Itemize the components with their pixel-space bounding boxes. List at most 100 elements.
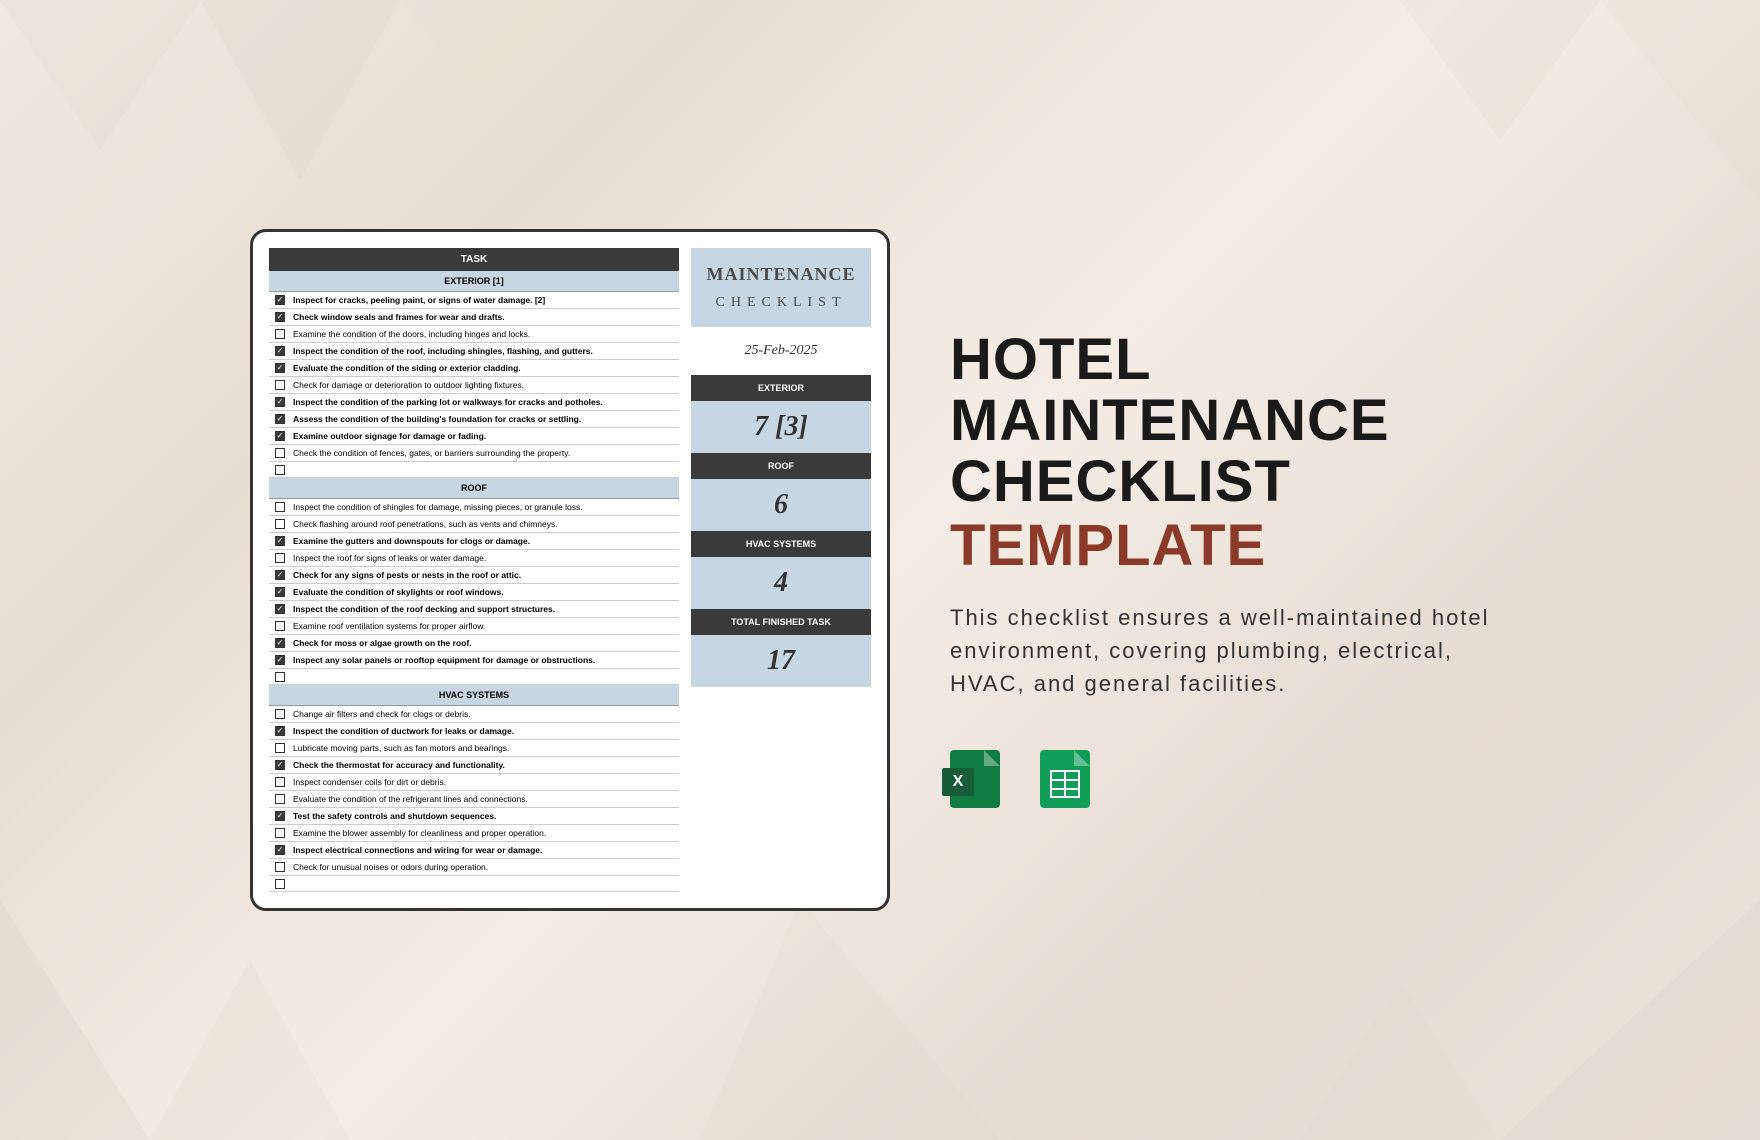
task-row: Examine the condition of the doors, incl… [269,326,679,343]
stat-value: 17 [691,635,871,687]
task-checkbox[interactable]: ✓ [275,312,285,322]
task-text: Inspect the roof for signs of leaks or w… [293,553,673,563]
task-row: ✓Check the thermostat for accuracy and f… [269,757,679,774]
task-checkbox[interactable]: ✓ [275,811,285,821]
task-text: Check for unusual noises or odors during… [293,862,673,872]
checklist-card: TASK EXTERIOR [1]✓Inspect for cracks, pe… [250,229,890,911]
task-row: Examine the blower assembly for cleanlin… [269,825,679,842]
task-checkbox[interactable] [275,380,285,390]
page-title: HOTEL MAINTENANCE CHECKLIST TEMPLATE [950,330,1510,578]
task-checkbox[interactable] [275,777,285,787]
task-checkbox[interactable]: ✓ [275,604,285,614]
task-text: Test the safety controls and shutdown se… [293,811,673,821]
task-row: ✓ Inspect electrical connections and wiri… [269,842,679,859]
task-text: Inspect electrical connections and wirin… [293,845,673,855]
checklist-word: CHECKLIST [699,295,863,311]
task-row: ✓ Inspect the condition of the roof decki… [269,601,679,618]
task-column: TASK EXTERIOR [1]✓Inspect for cracks, pe… [269,248,679,892]
task-row: ✓Inspect for cracks, peeling paint, or s… [269,292,679,309]
task-text: Change air filters and check for clogs o… [293,709,673,719]
task-checkbox[interactable]: ✓ [275,536,285,546]
task-checkbox[interactable]: ✓ [275,295,285,305]
task-checkbox[interactable] [275,519,285,529]
task-text: Examine the condition of the doors, incl… [293,329,673,339]
title-line-3: CHECKLIST [950,449,1291,514]
stat-label: HVAC SYSTEMS [691,531,871,557]
task-checkbox[interactable] [275,448,285,458]
task-checkbox[interactable] [275,879,285,889]
task-text: Inspect the condition of the roof deckin… [293,604,673,614]
task-checkbox[interactable] [275,329,285,339]
task-row: Check the condition of fences, gates, or… [269,445,679,462]
task-text: Check for any signs of pests or nests in… [293,570,673,580]
task-checkbox[interactable]: ✓ [275,726,285,736]
task-checkbox[interactable] [275,621,285,631]
task-text: Evaluate the condition of the siding or … [293,363,673,373]
task-checkbox[interactable] [275,862,285,872]
template-word: TEMPLATE [950,516,1510,577]
section-header: HVAC SYSTEMS [269,685,679,706]
stat-value: 4 [691,557,871,609]
task-text: Inspect the condition of shingles for da… [293,502,673,512]
task-checkbox[interactable] [275,465,285,475]
task-checkbox[interactable]: ✓ [275,431,285,441]
task-row: Check flashing around roof penetrations,… [269,516,679,533]
section-header: EXTERIOR [1] [269,271,679,292]
description-text: This checklist ensures a well-maintained… [950,601,1510,700]
task-row: ✓ Check for any signs of pests or nests i… [269,567,679,584]
task-text: Check flashing around roof penetrations,… [293,519,673,529]
stat-label: EXTERIOR [691,375,871,401]
task-checkbox[interactable] [275,672,285,682]
task-text: Check window seals and frames for wear a… [293,312,673,322]
task-text: Lubricate moving parts, such as fan moto… [293,743,673,753]
task-checkbox[interactable] [275,709,285,719]
stat-label: ROOF [691,453,871,479]
task-row: ✓ Inspect any solar panels or rooftop equ… [269,652,679,669]
title-line-2: MAINTENANCE [950,388,1390,453]
task-row: ✓ Check window seals and frames for wear … [269,309,679,326]
task-text: Inspect the condition of the parking lot… [293,397,673,407]
task-checkbox[interactable]: ✓ [275,363,285,373]
task-text: Examine the blower assembly for cleanlin… [293,828,673,838]
task-row: Evaluate the condition of the refrigeran… [269,791,679,808]
task-checkbox[interactable]: ✓ [275,414,285,424]
task-row: ✓Evaluate the condition of skylights or … [269,584,679,601]
maintenance-title-box: MAINTENANCE CHECKLIST [691,248,871,327]
maintenance-word: MAINTENANCE [699,264,863,285]
task-row: ✓ Inspect the condition of the parking lo… [269,394,679,411]
task-row: Examine roof ventilation systems for pro… [269,618,679,635]
description-panel: HOTEL MAINTENANCE CHECKLIST TEMPLATE Thi… [950,330,1510,811]
task-checkbox[interactable]: ✓ [275,397,285,407]
task-checkbox[interactable]: ✓ [275,760,285,770]
task-row: Check for unusual noises or odors during… [269,859,679,876]
title-line-1: HOTEL [950,327,1152,392]
stat-label: TOTAL FINISHED TASK [691,609,871,635]
task-checkbox[interactable] [275,794,285,804]
task-text: Evaluate the condition of the refrigeran… [293,794,673,804]
task-text: Assess the condition of the building's f… [293,414,673,424]
task-checkbox[interactable]: ✓ [275,346,285,356]
task-checkbox[interactable] [275,828,285,838]
stat-value: 6 [691,479,871,531]
task-row [269,462,679,478]
task-row: Inspect condenser coils for dirt or debr… [269,774,679,791]
task-checkbox[interactable]: ✓ [275,587,285,597]
task-checkbox[interactable]: ✓ [275,570,285,580]
task-checkbox[interactable] [275,743,285,753]
sheets-icon [1040,750,1100,810]
task-checkbox[interactable] [275,553,285,563]
task-text: Inspect any solar panels or rooftop equi… [293,655,673,665]
task-row: ✓Inspect the condition of ductwork for l… [269,723,679,740]
task-text: Inspect condenser coils for dirt or debr… [293,777,673,787]
task-checkbox[interactable] [275,502,285,512]
task-checkbox[interactable]: ✓ [275,845,285,855]
task-row: ✓ Examine the gutters and downspouts for … [269,533,679,550]
task-checkbox[interactable]: ✓ [275,638,285,648]
task-row: ✓Examine outdoor signage for damage or f… [269,428,679,445]
task-text: Examine the gutters and downspouts for c… [293,536,673,546]
task-checkbox[interactable]: ✓ [275,655,285,665]
stat-value: 7 [3] [691,401,871,453]
app-icons-row: X [950,750,1510,810]
task-text: Examine roof ventilation systems for pro… [293,621,673,631]
task-text: Inspect the condition of the roof, inclu… [293,346,673,356]
